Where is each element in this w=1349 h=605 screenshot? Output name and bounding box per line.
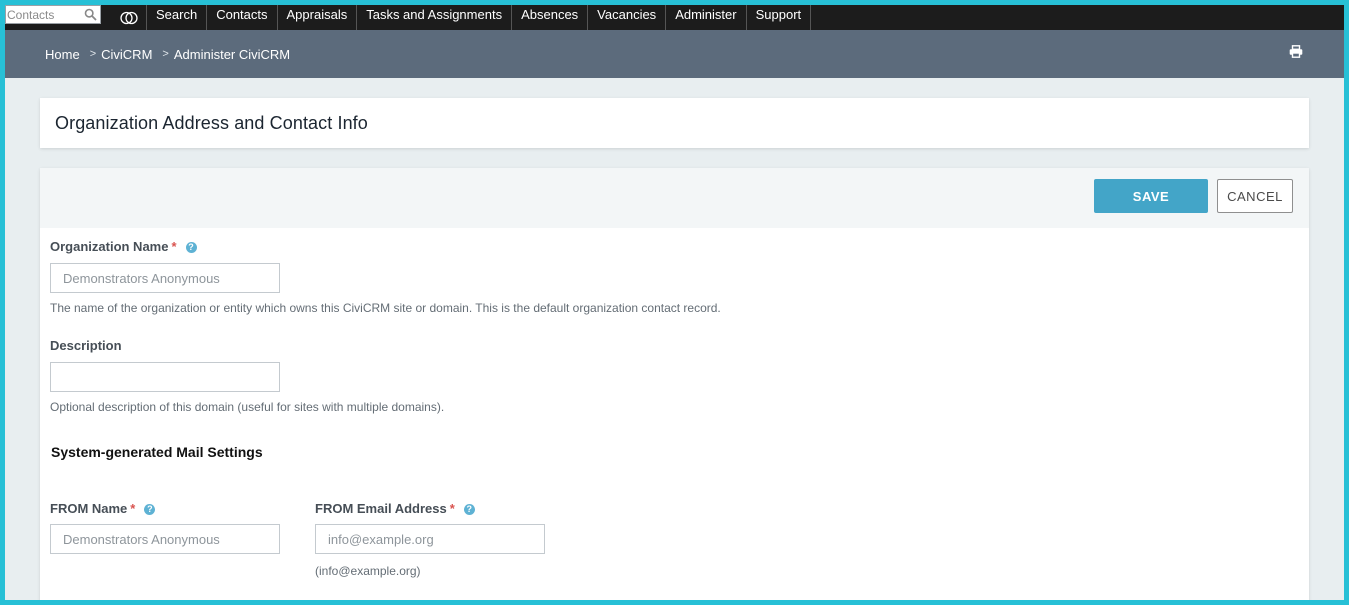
org-name-help-text: The name of the organization or entity w… (50, 301, 721, 315)
menu-item-vacancies[interactable]: Vacancies (588, 5, 667, 30)
search-icon[interactable] (84, 8, 97, 26)
title-card: Organization Address and Contact Info (40, 98, 1309, 148)
from-email-label: FROM Email Address *? (315, 501, 475, 516)
menu-item-appraisals[interactable]: Appraisals (278, 5, 358, 30)
cancel-button[interactable]: CANCEL (1217, 179, 1293, 213)
menu-item-search[interactable]: Search (147, 5, 208, 30)
print-icon[interactable] (1289, 45, 1303, 63)
description-help-text: Optional description of this domain (use… (50, 400, 445, 414)
breadcrumb-bar: Home > CiviCRM > Administer CiviCRM (5, 30, 1344, 78)
required-marker: * (171, 239, 177, 254)
help-icon[interactable]: ? (463, 504, 475, 515)
menu-item-absences[interactable]: Absences (512, 5, 589, 30)
quicksearch-box[interactable] (5, 5, 101, 24)
from-email-field[interactable] (315, 524, 545, 554)
description-label: Description (50, 338, 122, 353)
breadcrumb-separator-icon: > (89, 48, 97, 60)
from-email-help-text: (info@example.org) (315, 564, 421, 578)
org-name-field[interactable] (50, 263, 280, 293)
menu-item-tasks-and-assignments[interactable]: Tasks and Assignments (357, 5, 513, 30)
menu-item-support[interactable]: Support (747, 5, 812, 30)
breadcrumb: Home > CiviCRM > Administer CiviCRM (45, 30, 290, 78)
org-name-label-text: Organization Name (50, 239, 169, 254)
menu-item-contacts[interactable]: Contacts (207, 5, 278, 30)
breadcrumb-civicrm[interactable]: CiviCRM (101, 47, 152, 62)
page-title: Organization Address and Contact Info (55, 113, 368, 133)
civicrm-logo-icon[interactable] (111, 5, 147, 30)
from-email-label-text: FROM Email Address (315, 501, 447, 516)
required-marker: * (130, 501, 136, 516)
main-menu: Search Contacts Appraisals Tasks and Ass… (147, 5, 812, 30)
form-toolbar: SAVE CANCEL (40, 168, 1309, 228)
breadcrumb-administer-civicrm[interactable]: Administer CiviCRM (174, 47, 290, 62)
required-marker: * (449, 501, 455, 516)
org-name-label: Organization Name *? (50, 239, 197, 254)
help-icon[interactable]: ? (144, 504, 156, 515)
from-name-field[interactable] (50, 524, 280, 554)
save-button[interactable]: SAVE (1094, 179, 1208, 213)
help-icon[interactable]: ? (185, 242, 197, 253)
breadcrumb-separator-icon: > (162, 48, 169, 60)
breadcrumb-home[interactable]: Home (45, 47, 80, 62)
from-name-label: FROM Name *? (50, 501, 156, 516)
from-name-label-text: FROM Name (50, 501, 128, 516)
form-panel: SAVE CANCEL Organization Name*? The name… (40, 168, 1309, 600)
top-menu-bar: Search Contacts Appraisals Tasks and Ass… (5, 5, 1344, 30)
app-window: Search Contacts Appraisals Tasks and Ass… (5, 5, 1344, 600)
description-field[interactable] (50, 362, 280, 392)
menu-item-administer[interactable]: Administer (666, 5, 747, 30)
quicksearch-input[interactable] (6, 6, 83, 23)
mail-settings-heading: System-generated Mail Settings (51, 444, 263, 460)
